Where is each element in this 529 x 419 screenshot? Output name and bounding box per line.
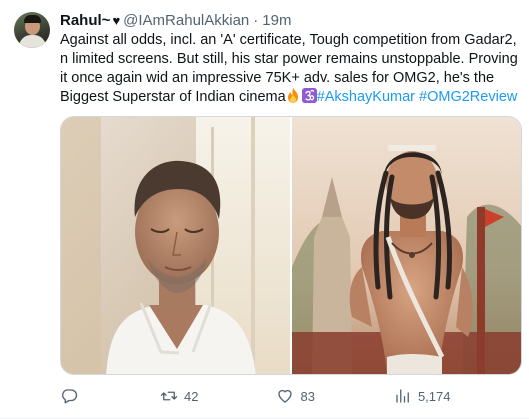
- retweet-count: 42: [184, 388, 199, 404]
- reply-icon: [62, 389, 78, 404]
- author-name[interactable]: Rahul~: [60, 12, 110, 29]
- portrait-photo: [61, 117, 290, 374]
- views-icon: [396, 389, 409, 403]
- tweet-card[interactable]: Rahul~ ♥ @IAmRahulAkkian · 19m Against a…: [0, 0, 529, 419]
- like-icon: [278, 389, 293, 403]
- views-button[interactable]: 5,174: [394, 387, 451, 405]
- photo-left[interactable]: [61, 117, 290, 374]
- like-button[interactable]: 83: [276, 387, 315, 405]
- photo-right[interactable]: [292, 117, 521, 374]
- hashtag-link-akshaykumar[interactable]: #AkshayKumar: [317, 89, 415, 105]
- retweet-icon: [160, 391, 178, 401]
- tweet-timestamp[interactable]: 19m: [262, 12, 291, 29]
- view-count: 5,174: [417, 388, 451, 404]
- media-grid: [60, 116, 522, 375]
- author-handle[interactable]: @IAmRahulAkkian: [123, 12, 249, 29]
- reply-button[interactable]: [60, 387, 84, 405]
- hashtag-link-omg2review[interactable]: #OMG2Review: [419, 89, 517, 105]
- heart-icon: ♥: [112, 12, 121, 28]
- fire-emoji-icon: [287, 88, 298, 103]
- avatar[interactable]: [14, 12, 50, 48]
- tweet-text: Against all odds, incl. an 'A' certifica…: [60, 31, 522, 107]
- action-bar: 42 83 5,174: [54, 386, 524, 406]
- separator-dot: ·: [253, 11, 259, 29]
- retweet-button[interactable]: 42: [160, 387, 198, 405]
- like-count: 83: [300, 388, 315, 404]
- tweet-header: Rahul~ ♥ @IAmRahulAkkian · 19m: [60, 10, 291, 30]
- costume-photo: [292, 117, 521, 374]
- om-emoji-icon: [301, 88, 317, 103]
